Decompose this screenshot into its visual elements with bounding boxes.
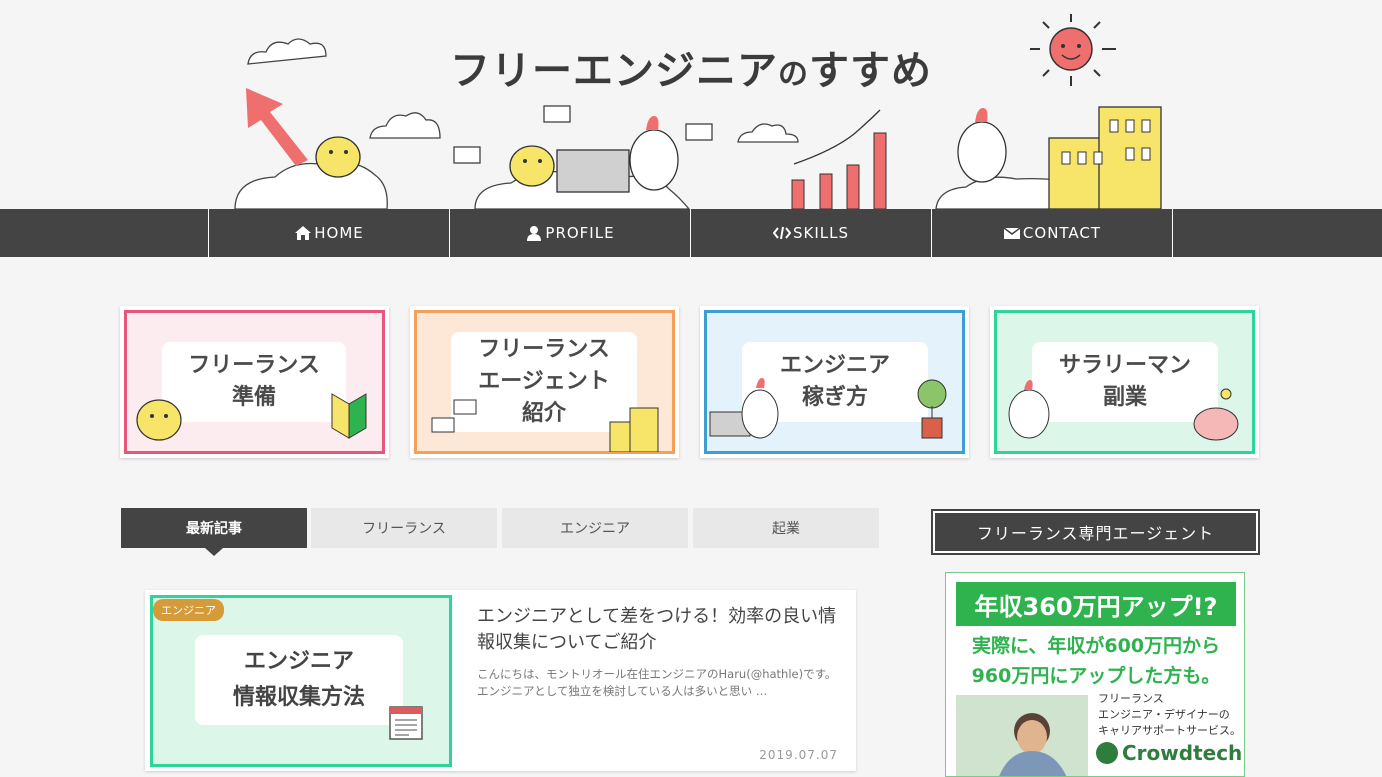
card-label-line: 準備: [231, 385, 276, 410]
nav-contact-label: CONTACT: [1022, 224, 1102, 242]
thumbnail-label-line: エンジニア: [243, 649, 354, 674]
card-label-line: 稼ぎ方: [801, 385, 868, 410]
thumbnail-label-line: 情報収集方法: [232, 685, 365, 710]
chicken-laptop-icon: [709, 378, 779, 439]
sidebar-heading: フリーランス専門エージェント: [931, 509, 1260, 555]
article-date: 2019.07.07: [759, 748, 838, 762]
site-header: フリーエンジニアのすすめ: [0, 0, 1382, 209]
nav-skills[interactable]: SKILLS: [691, 209, 932, 257]
card-label: サラリーマン 副業: [1032, 342, 1218, 422]
crowdtech-logo-icon: [1096, 742, 1118, 764]
category-card-side-job[interactable]: サラリーマン 副業: [990, 306, 1259, 458]
card-label-line: エンジニア: [779, 353, 890, 378]
ad-subheadline: 実際に、年収が600万円から 960万円にアップした方も。: [946, 631, 1244, 691]
crowdtech-logo: Crowdtech: [1096, 741, 1242, 765]
nav-home[interactable]: HOME: [209, 209, 450, 257]
user-icon: [527, 226, 542, 241]
nav-skills-label: SKILLS: [792, 224, 850, 242]
tab-startup[interactable]: 起業: [693, 508, 879, 548]
nav-contact[interactable]: CONTACT: [932, 209, 1173, 257]
global-nav: HOME PROFILE SKILLS CONTACT: [0, 209, 1382, 257]
chicken-icon: [1008, 380, 1050, 439]
ad-description-line: キャリアサポートサービス。: [1098, 724, 1241, 737]
crowdtech-logo-text: Crowdtech: [1122, 741, 1243, 765]
card-label-line: フリーランス: [188, 353, 320, 378]
card-label-line: サラリーマン: [1058, 353, 1191, 378]
ad-subheadline-line: 960万円にアップした方も。: [971, 665, 1221, 687]
tab-freelance[interactable]: フリーランス: [311, 508, 497, 548]
nav-profile[interactable]: PROFILE: [450, 209, 691, 257]
card-label-line: フリーランス: [478, 337, 610, 362]
envelope-icon: [1003, 227, 1021, 239]
site-title-main: フリーエンジニア: [450, 48, 778, 94]
crowdtech-ad-banner[interactable]: 年収360万円アップ!? 実際に、年収が600万円から 960万円にアップした方…: [945, 572, 1245, 777]
header-illustration: [234, 14, 1162, 209]
tab-latest[interactable]: 最新記事: [121, 508, 307, 548]
ad-description: フリーランス エンジニア・デザイナーの キャリアサポートサービス。: [1098, 691, 1241, 739]
envelope-icon: [431, 399, 477, 433]
category-card-freelance-prep[interactable]: フリーランス 準備: [120, 306, 389, 458]
site-title[interactable]: フリーエンジニアのすすめ: [0, 38, 1382, 96]
chick-icon: [136, 399, 182, 441]
active-tab-indicator: [205, 548, 223, 556]
nav-home-label: HOME: [314, 224, 364, 242]
ad-subheadline-line: 実際に、年収が600万円から: [971, 635, 1221, 657]
ad-description-line: エンジニア・デザイナーの: [1098, 708, 1230, 721]
thumbnail-label: エンジニア 情報収集方法: [195, 635, 403, 725]
beginner-mark-icon: [331, 393, 367, 439]
article-card[interactable]: エンジニア 情報収集方法 エンジニア エンジニアとして差をつける！効率の良い情報…: [145, 590, 856, 771]
site-title-end: すすめ: [809, 48, 932, 94]
article-excerpt: こんにちは、モントリオール在住エンジニアのHaru(@hathle)です。 エン…: [477, 667, 837, 698]
category-card-freelance-agent[interactable]: フリーランス エージェント 紹介: [410, 306, 679, 458]
site-title-no: の: [778, 57, 809, 92]
category-badge[interactable]: エンジニア: [153, 599, 224, 621]
money-tree-icon: [917, 379, 947, 439]
home-icon: [295, 226, 312, 240]
card-label-line: 副業: [1102, 385, 1147, 410]
category-card-engineer-earn[interactable]: エンジニア 稼ぎ方: [700, 306, 969, 458]
ad-person-photo: [956, 695, 1088, 776]
code-icon: [772, 226, 791, 240]
building-icon: [609, 407, 659, 452]
card-label-line: エージェント: [478, 369, 610, 394]
newspaper-icon: [389, 706, 423, 740]
card-label-line: 紹介: [521, 401, 566, 426]
card-label: フリーランス 準備: [162, 342, 346, 422]
tab-engineer[interactable]: エンジニア: [502, 508, 688, 548]
piggy-bank-icon: [1193, 388, 1239, 441]
ad-description-line: フリーランス: [1098, 692, 1164, 705]
article-title[interactable]: エンジニアとして差をつける！効率の良い情報収集についてご紹介: [477, 604, 842, 656]
nav-profile-label: PROFILE: [545, 224, 615, 242]
ad-headline: 年収360万円アップ!?: [956, 582, 1236, 626]
